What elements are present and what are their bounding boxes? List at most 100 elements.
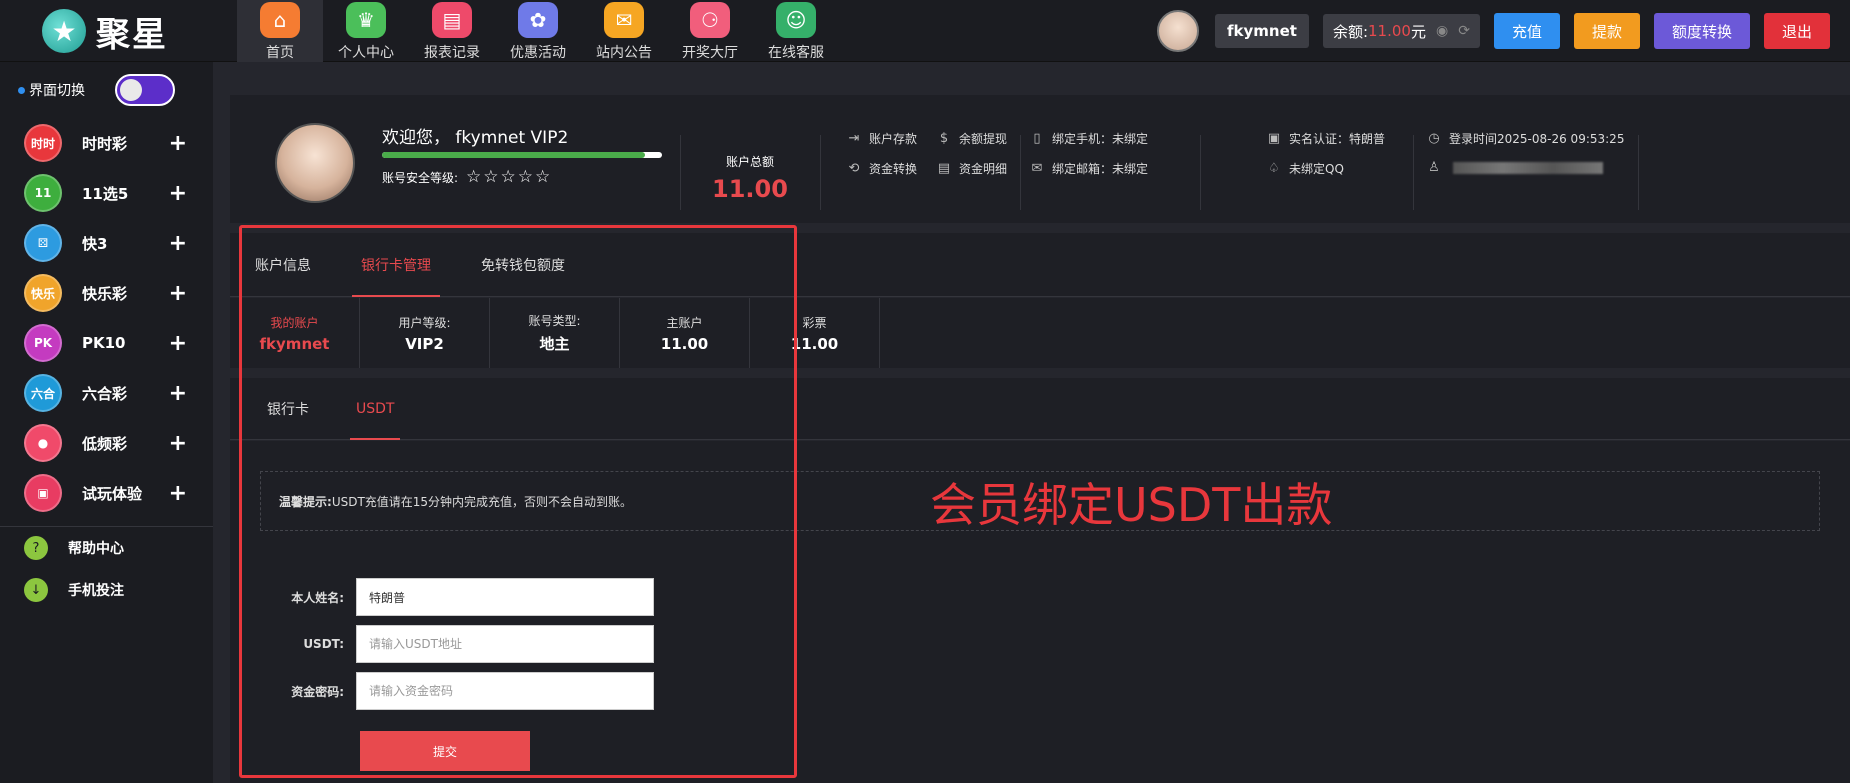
profile-avatar[interactable] [275,123,355,203]
transfer-link[interactable]: ⟲ 资金转换 [845,160,917,177]
usdt-address-input[interactable] [356,625,654,663]
recharge-button[interactable]: 充值 [1493,13,1560,49]
bind-qq-label: 未绑定QQ [1289,162,1344,176]
theme-toggle[interactable] [115,74,175,106]
main-content: 欢迎您， fkymnet VIP2 账号安全等级: ☆☆☆☆☆ 账户总额 11.… [230,95,1850,783]
gamepad-icon: ▣ [24,474,62,512]
plus-icon[interactable]: + [169,181,187,206]
details-link[interactable]: ▤ 资金明细 [935,160,1007,177]
nav-item-1[interactable]: ♛ 个人中心 [323,0,409,62]
fund-password-input[interactable] [356,672,654,710]
withdraw-link[interactable]: $ 余额提现 [935,130,1007,147]
sidebar-item-game[interactable]: ● 低频彩 + [0,418,213,468]
nav-item-6[interactable]: ☺ 在线客服 [753,0,839,62]
nav-label: 报表记录 [424,45,480,61]
plus-icon[interactable]: + [169,481,187,506]
nav-label: 首页 [266,45,294,61]
login-time-label: 登录时间2025-08-26 09:53:25 [1449,132,1625,146]
sidebar-item-game[interactable]: ▣ 试玩体验 + [0,468,213,518]
lhc-icon: 六合 [24,374,62,412]
plus-icon[interactable]: + [169,331,187,356]
total-label: 账户总额 [725,155,774,169]
plus-icon[interactable]: + [169,431,187,456]
main-nav: ⌂ 首页 ♛ 个人中心 ▤ 报表记录 ✿ 优惠活动 ✉ 站内公告 ⚆ 开奖大厅 ☺ 在线客服 [237,0,839,62]
nav-label: 在线客服 [768,45,824,61]
eye-icon[interactable]: ◉ [1436,23,1448,39]
username-pill[interactable]: fkymnet [1215,14,1309,48]
star-logo-icon: ★ [42,9,86,53]
name-row: 本人姓名: [260,578,654,616]
info-value: VIP2 [405,334,444,353]
info-value: 11.00 [660,334,709,353]
realname-link[interactable]: ▣ 实名认证：特朗普 [1265,130,1385,147]
help-list: ? 帮助中心 ↓ 手机投注 [0,527,213,611]
game-label: 六合彩 [82,384,128,403]
divider [1413,135,1414,210]
deposit-link[interactable]: ⇥ 账户存款 [845,130,917,147]
submit-button[interactable]: 提交 [360,731,530,771]
divider [1638,135,1639,210]
sidebar-item-game[interactable]: ⚄ 快3 + [0,218,213,268]
nav-item-0[interactable]: ⌂ 首页 [237,0,323,62]
help-label: 帮助中心 [68,541,124,557]
nav-item-4[interactable]: ✉ 站内公告 [581,0,667,62]
withdraw-button[interactable]: 提款 [1573,13,1640,49]
plus-icon[interactable]: + [169,131,187,156]
moneybag-icon: $ [939,131,949,146]
help-icon: ? [24,536,48,560]
divider [820,135,821,210]
sidebar-item-game[interactable]: PK PK10 + [0,318,213,368]
sidebar-item-game[interactable]: 11 11选5 + [0,168,213,218]
info-title: 我的账户 [270,315,319,330]
bind-phone-link[interactable]: ▯ 绑定手机：未绑定 [1028,130,1148,147]
balance-label: 余额: [1332,22,1369,41]
user-avatar[interactable] [1157,10,1200,52]
plus-icon[interactable]: + [169,281,187,306]
logout-button[interactable]: 退出 [1763,13,1830,49]
transfer-button[interactable]: 额度转换 [1653,13,1750,49]
plus-icon[interactable]: + [169,231,187,256]
bind-email-link[interactable]: ✉ 绑定邮箱：未绑定 [1028,160,1148,177]
account-info-row: 我的账户 fkymnet 用户等级: VIP2 账号类型: 地主 主账户 11.00 彩票 11.… [230,298,1850,368]
name-label: 本人姓名: [291,590,344,605]
subtab-usdt[interactable]: USDT [329,378,421,440]
user-icon: ♙ [1428,160,1440,175]
nav-item-5[interactable]: ⚆ 开奖大厅 [667,0,753,62]
transfer-icon: ⟲ [848,161,860,176]
info-cell: 我的账户 fkymnet [230,298,360,368]
annotation-text: 会员绑定USDT出款 [930,478,1333,532]
name-input[interactable] [356,578,654,616]
sidebar-item-help[interactable]: ? 帮助中心 [0,527,213,569]
sidebar-item-help[interactable]: ↓ 手机投注 [0,569,213,611]
tab-account-info[interactable]: 账户信息 [230,233,336,297]
tab-bank-card[interactable]: 银行卡管理 [336,233,456,297]
game-label: 低频彩 [82,434,128,453]
security-level: 账号安全等级: ☆☆☆☆☆ [382,167,552,187]
k3-icon: ⚄ [24,224,62,262]
doc-icon: ▤ [937,161,951,176]
theme-label: 界面切换 [29,83,85,99]
game-label: PK10 [82,334,126,352]
refresh-icon[interactable]: ⟳ [1458,23,1470,39]
logo[interactable]: ★ 聚星 [0,0,213,62]
lottery-icon: ⚆ [690,2,730,38]
sidebar-item-game[interactable]: 快乐 快乐彩 + [0,268,213,318]
nav-item-3[interactable]: ✿ 优惠活动 [495,0,581,62]
tab-free-wallet[interactable]: 免转钱包额度 [456,233,590,297]
pk10-icon: PK [24,324,62,362]
nav-item-2[interactable]: ▤ 报表记录 [409,0,495,62]
sidebar-item-game[interactable]: 六合 六合彩 + [0,368,213,418]
lowfreq-icon: ● [24,424,62,462]
plus-icon[interactable]: + [169,381,187,406]
subtab-bank-card[interactable]: 银行卡 [230,378,329,440]
notice-text: USDT充值请在15分钟内完成充值，否则不会自动到账。 [331,494,633,509]
info-cell: 账号类型: 地主 [490,298,620,368]
info-cell: 用户等级: VIP2 [360,298,490,368]
sidebar-item-game[interactable]: 时时 时时彩 + [0,118,213,168]
balance-unit: 元 [1410,22,1426,41]
password-label: 资金密码: [291,684,344,699]
bind-qq-link[interactable]: ♤ 未绑定QQ [1265,160,1344,177]
deposit-label: 账户存款 [869,132,918,146]
info-title: 账号类型: [528,314,581,328]
email-icon: ✉ [1031,161,1043,176]
